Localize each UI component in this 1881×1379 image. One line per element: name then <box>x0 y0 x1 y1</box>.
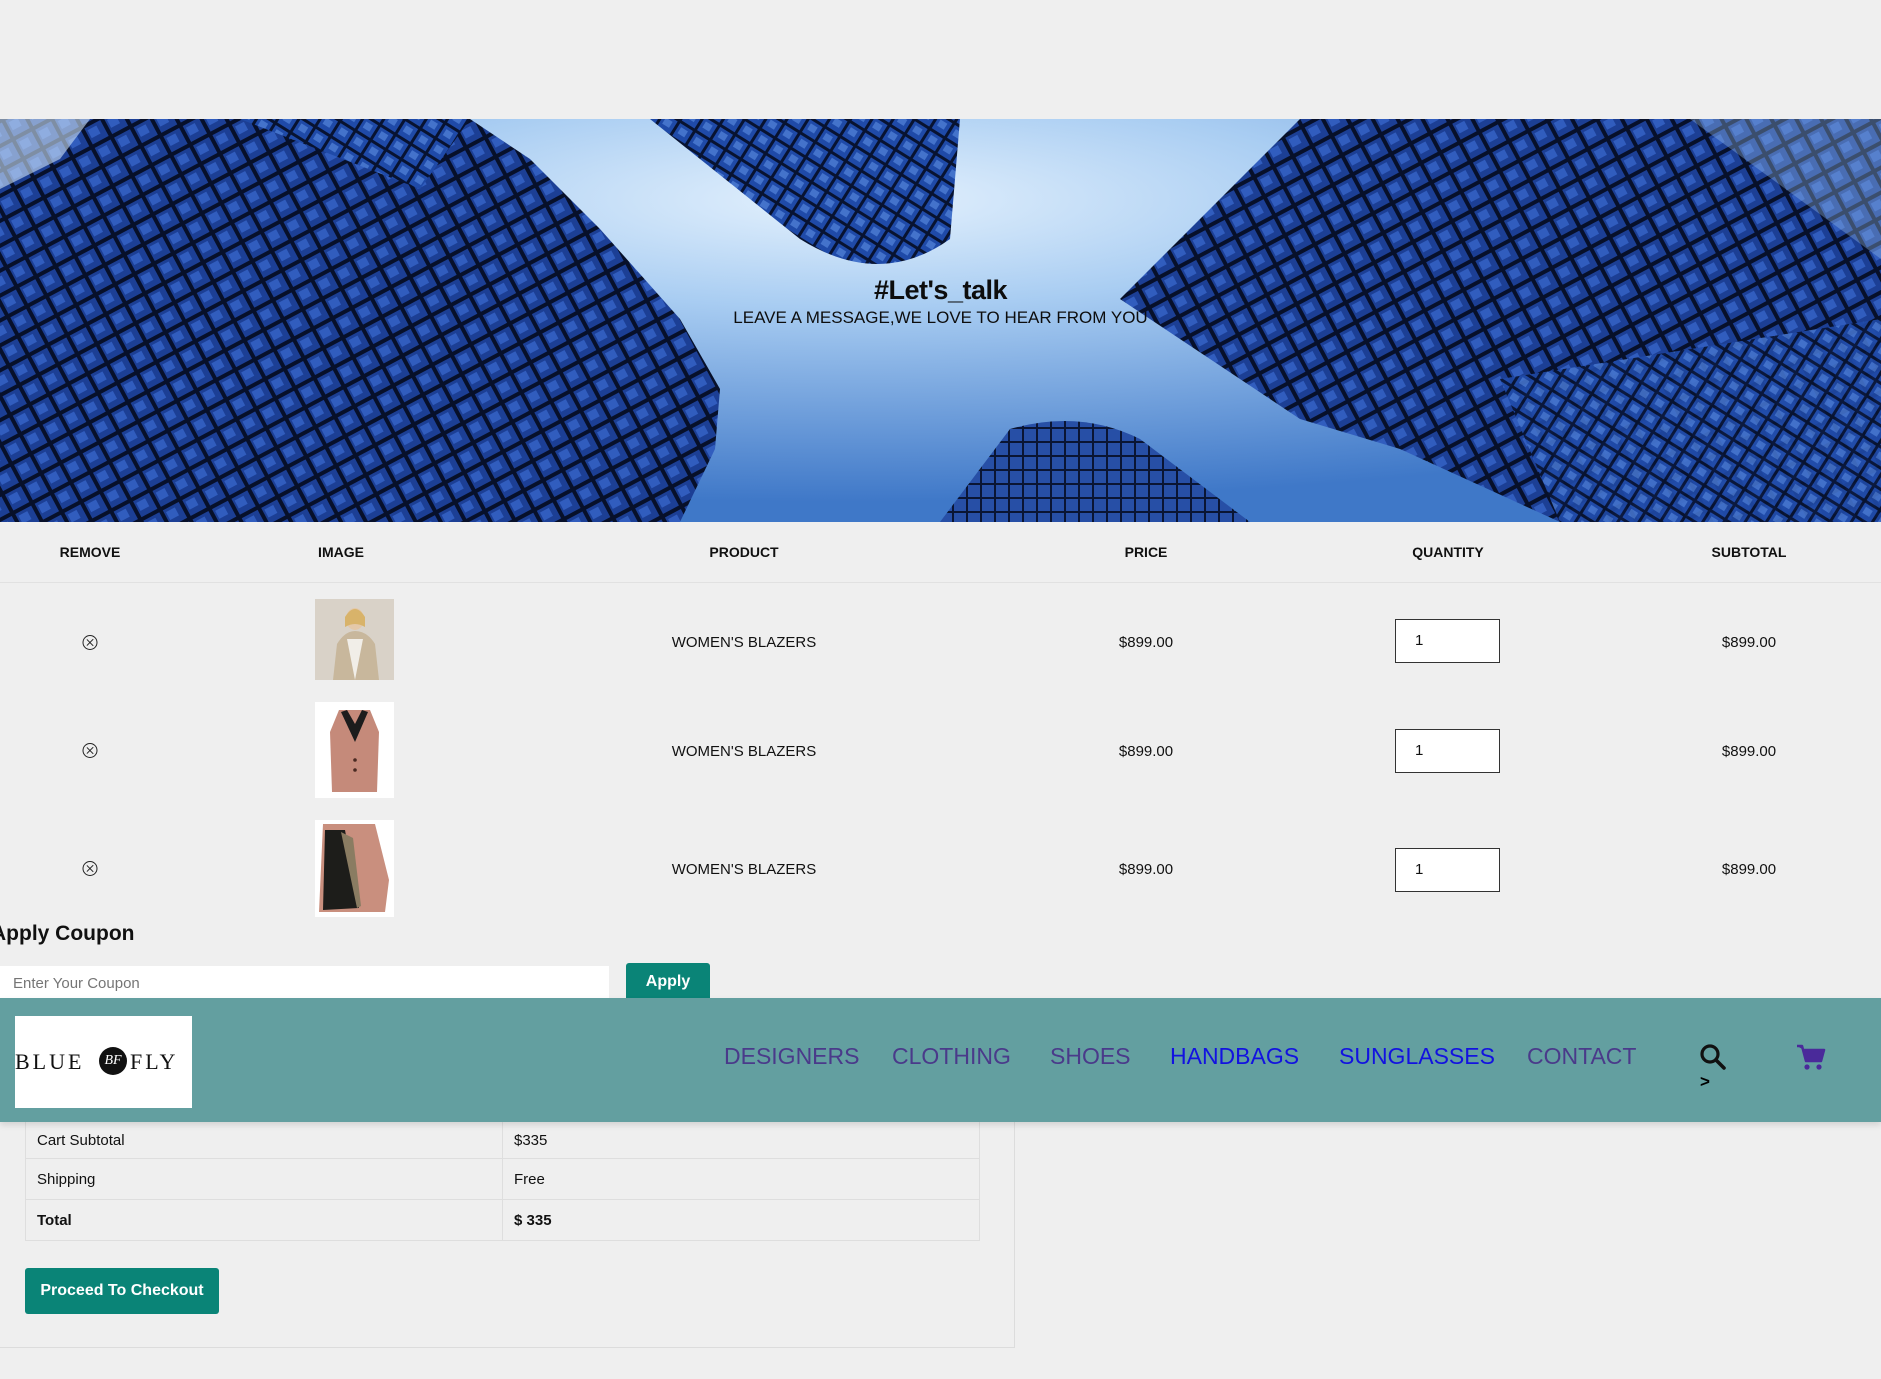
nav-designers[interactable]: DESIGNERS <box>724 1043 859 1070</box>
header-product: PRODUCT <box>709 544 779 560</box>
quantity-input[interactable]: 1 <box>1395 619 1500 663</box>
nav-handbags[interactable]: HANDBAGS <box>1170 1043 1299 1070</box>
row-subtotal: $899.00 <box>1721 861 1777 878</box>
header-price: PRICE <box>1124 544 1168 560</box>
coupon-input[interactable] <box>0 966 609 1000</box>
remove-circle-icon[interactable] <box>82 743 98 758</box>
totals-value: $335 <box>502 1122 980 1159</box>
header-remove: REMOVE <box>59 544 121 560</box>
product-name: WOMEN'S BLAZERS <box>671 634 817 651</box>
nav-sunglasses[interactable]: SUNGLASSES <box>1339 1043 1495 1070</box>
product-image <box>315 599 394 680</box>
product-image <box>315 820 394 917</box>
cart-icon[interactable] <box>1796 1043 1826 1076</box>
totals-row: Total $ 335 <box>25 1199 980 1241</box>
totals-label: Cart Subtotal <box>25 1122 503 1159</box>
row-subtotal: $899.00 <box>1721 634 1777 651</box>
product-name: WOMEN'S BLAZERS <box>671 861 817 878</box>
product-price: $899.00 <box>1118 634 1174 651</box>
apply-coupon-button[interactable]: Apply <box>626 963 710 1000</box>
coupon-title: Apply Coupon <box>0 922 135 945</box>
quantity-input[interactable]: 1 <box>1395 848 1500 892</box>
nav-contact[interactable]: CONTACT <box>1527 1043 1636 1070</box>
product-name: WOMEN'S BLAZERS <box>671 743 817 760</box>
product-price: $899.00 <box>1118 743 1174 760</box>
header-image: IMAGE <box>318 544 364 560</box>
hero-title: #Let's_talk <box>874 275 1008 305</box>
hero-subtitle: LEAVE A MESSAGE,WE LOVE TO HEAR FROM YOU <box>733 308 1148 327</box>
table-row: WOMEN'S BLAZERS $899.00 1 $899.00 <box>0 580 1881 700</box>
product-image <box>315 702 394 798</box>
product-price: $899.00 <box>1118 861 1174 878</box>
totals-value: Free <box>502 1158 980 1200</box>
remove-circle-icon[interactable] <box>82 861 98 876</box>
cart-totals-table: Cart Subtotal $335 Shipping Free Total $… <box>25 1122 980 1241</box>
nav-clothing[interactable]: CLOTHING <box>892 1043 1011 1070</box>
remove-circle-icon[interactable] <box>82 635 98 650</box>
totals-row: Cart Subtotal $335 <box>25 1122 980 1159</box>
logo[interactable]: BLUE BF FLY <box>15 1016 192 1108</box>
hero-text: #Let's_talk LEAVE A MESSAGE,WE LOVE TO H… <box>0 275 1881 328</box>
cart-table-header: REMOVE IMAGE PRODUCT PRICE QUANTITY SUBT… <box>0 522 1881 583</box>
logo-mark: BF <box>99 1047 127 1075</box>
logo-text-left: BLUE <box>15 1049 85 1074</box>
header-quantity: QUANTITY <box>1412 544 1484 560</box>
totals-row: Shipping Free <box>25 1158 980 1200</box>
nav-arrow: > <box>1700 1072 1710 1091</box>
nav-shoes[interactable]: SHOES <box>1050 1043 1131 1070</box>
totals-label: Total <box>25 1199 503 1241</box>
header-subtotal: SUBTOTAL <box>1711 544 1787 560</box>
row-subtotal: $899.00 <box>1721 743 1777 760</box>
totals-value: $ 335 <box>502 1199 980 1241</box>
totals-label: Shipping <box>25 1158 503 1200</box>
navbar: BLUE BF FLY DESIGNERS CLOTHING SHOES HAN… <box>0 998 1881 1122</box>
hero-banner: #Let's_talk LEAVE A MESSAGE,WE LOVE TO H… <box>0 119 1881 522</box>
table-row: WOMEN'S BLAZERS $899.00 1 $899.00 <box>0 700 1881 810</box>
table-row: WOMEN'S BLAZERS $899.00 1 $899.00 <box>0 810 1881 920</box>
quantity-input[interactable]: 1 <box>1395 729 1500 773</box>
logo-text-right: FLY <box>130 1049 179 1074</box>
proceed-to-checkout-button[interactable]: Proceed To Checkout <box>25 1268 219 1314</box>
